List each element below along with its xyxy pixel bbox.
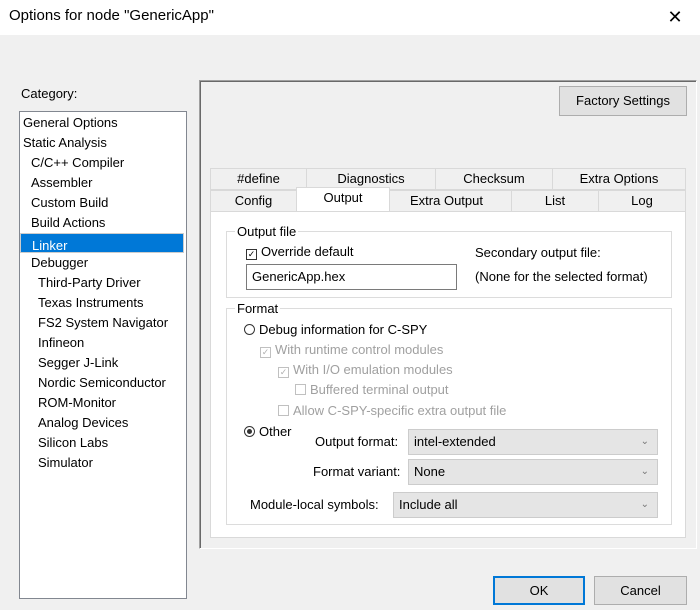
buffered-output-label: Buffered terminal output (310, 382, 449, 397)
checkbox-checked-icon: ✓ (278, 367, 289, 378)
category-item[interactable]: Infineon (20, 333, 184, 353)
checkbox-checked-icon: ✓ (246, 249, 257, 260)
category-label: Category: (21, 86, 78, 101)
output-format-select[interactable]: intel-extended ⌄ (408, 429, 658, 455)
checkbox-icon (295, 384, 306, 395)
other-label: Other (259, 424, 292, 439)
factory-settings-button[interactable]: Factory Settings (559, 86, 687, 116)
format-legend: Format (235, 301, 281, 316)
module-local-symbols-label: Module-local symbols: (250, 497, 379, 512)
tab-extra-options[interactable]: Extra Options (552, 168, 686, 190)
category-item[interactable]: Linker (20, 233, 184, 253)
category-item[interactable]: FS2 System Navigator (20, 313, 184, 333)
tab-define[interactable]: #define (210, 168, 307, 190)
allow-extra-output-checkbox: Allow C-SPY-specific extra output file (278, 403, 506, 418)
category-item[interactable]: Silicon Labs (20, 433, 184, 453)
close-icon[interactable]: ✕ (660, 4, 690, 30)
other-radio[interactable]: Other (244, 424, 292, 439)
radio-icon (244, 324, 255, 335)
window-title: Options for node "GenericApp" (9, 7, 214, 24)
category-item[interactable]: Segger J-Link (20, 353, 184, 373)
format-variant-select[interactable]: None ⌄ (408, 459, 658, 485)
checkbox-icon (278, 405, 289, 416)
module-local-symbols-select[interactable]: Include all ⌄ (393, 492, 658, 518)
override-default-checkbox[interactable]: ✓ Override default (246, 244, 354, 260)
io-emulation-label: With I/O emulation modules (293, 362, 453, 377)
io-emulation-checkbox: ✓ With I/O emulation modules (278, 362, 453, 378)
output-format-label: Output format: (315, 434, 399, 449)
category-item[interactable]: Assembler (20, 173, 184, 193)
format-variant-value: None (414, 464, 446, 479)
runtime-modules-label: With runtime control modules (275, 342, 444, 357)
debug-info-radio[interactable]: Debug information for C-SPY (244, 322, 427, 337)
chevron-down-icon: ⌄ (640, 436, 649, 447)
buffered-output-checkbox: Buffered terminal output (295, 382, 449, 397)
category-item[interactable]: Analog Devices (20, 413, 184, 433)
category-item[interactable]: Debugger (20, 253, 184, 273)
tab-config[interactable]: Config (210, 190, 297, 212)
format-variant-label: Format variant: (313, 464, 401, 479)
category-item[interactable]: General Options (20, 113, 184, 133)
tab-log[interactable]: Log (598, 190, 686, 212)
category-item[interactable]: Third-Party Driver (20, 273, 184, 293)
tab-output[interactable]: Output (296, 187, 390, 211)
override-default-label: Override default (261, 244, 354, 259)
debug-info-label: Debug information for C-SPY (259, 322, 428, 337)
module-local-symbols-value: Include all (399, 497, 458, 512)
radio-selected-icon (244, 426, 255, 437)
output-filename-input[interactable]: GenericApp.hex (246, 264, 457, 290)
ok-button[interactable]: OK (493, 576, 585, 605)
output-file-legend: Output file (235, 224, 299, 239)
category-item[interactable]: C/C++ Compiler (20, 153, 184, 173)
category-item[interactable]: Texas Instruments (20, 293, 184, 313)
tab-checksum[interactable]: Checksum (435, 168, 553, 190)
runtime-modules-checkbox: ✓ With runtime control modules (260, 342, 443, 358)
category-list[interactable]: General Options Static Analysis C/C++ Comp… (19, 111, 187, 599)
category-item[interactable]: Build Actions (20, 213, 184, 233)
category-item[interactable]: ROM-Monitor (20, 393, 184, 413)
tab-list[interactable]: List (511, 190, 599, 212)
output-format-value: intel-extended (414, 434, 496, 449)
category-item[interactable]: Custom Build (20, 193, 184, 213)
allow-extra-output-label: Allow C-SPY-specific extra output file (293, 403, 507, 418)
chevron-down-icon: ⌄ (640, 499, 649, 510)
secondary-output-label: Secondary output file: (475, 245, 601, 260)
category-item[interactable]: Static Analysis (20, 133, 184, 153)
secondary-output-value: (None for the selected format) (475, 269, 648, 284)
chevron-down-icon: ⌄ (640, 466, 649, 477)
cancel-button[interactable]: Cancel (594, 576, 687, 605)
category-item[interactable]: Simulator (20, 453, 184, 473)
category-item[interactable]: Nordic Semiconductor (20, 373, 184, 393)
tab-extra-output[interactable]: Extra Output (381, 190, 512, 212)
checkbox-checked-icon: ✓ (260, 347, 271, 358)
